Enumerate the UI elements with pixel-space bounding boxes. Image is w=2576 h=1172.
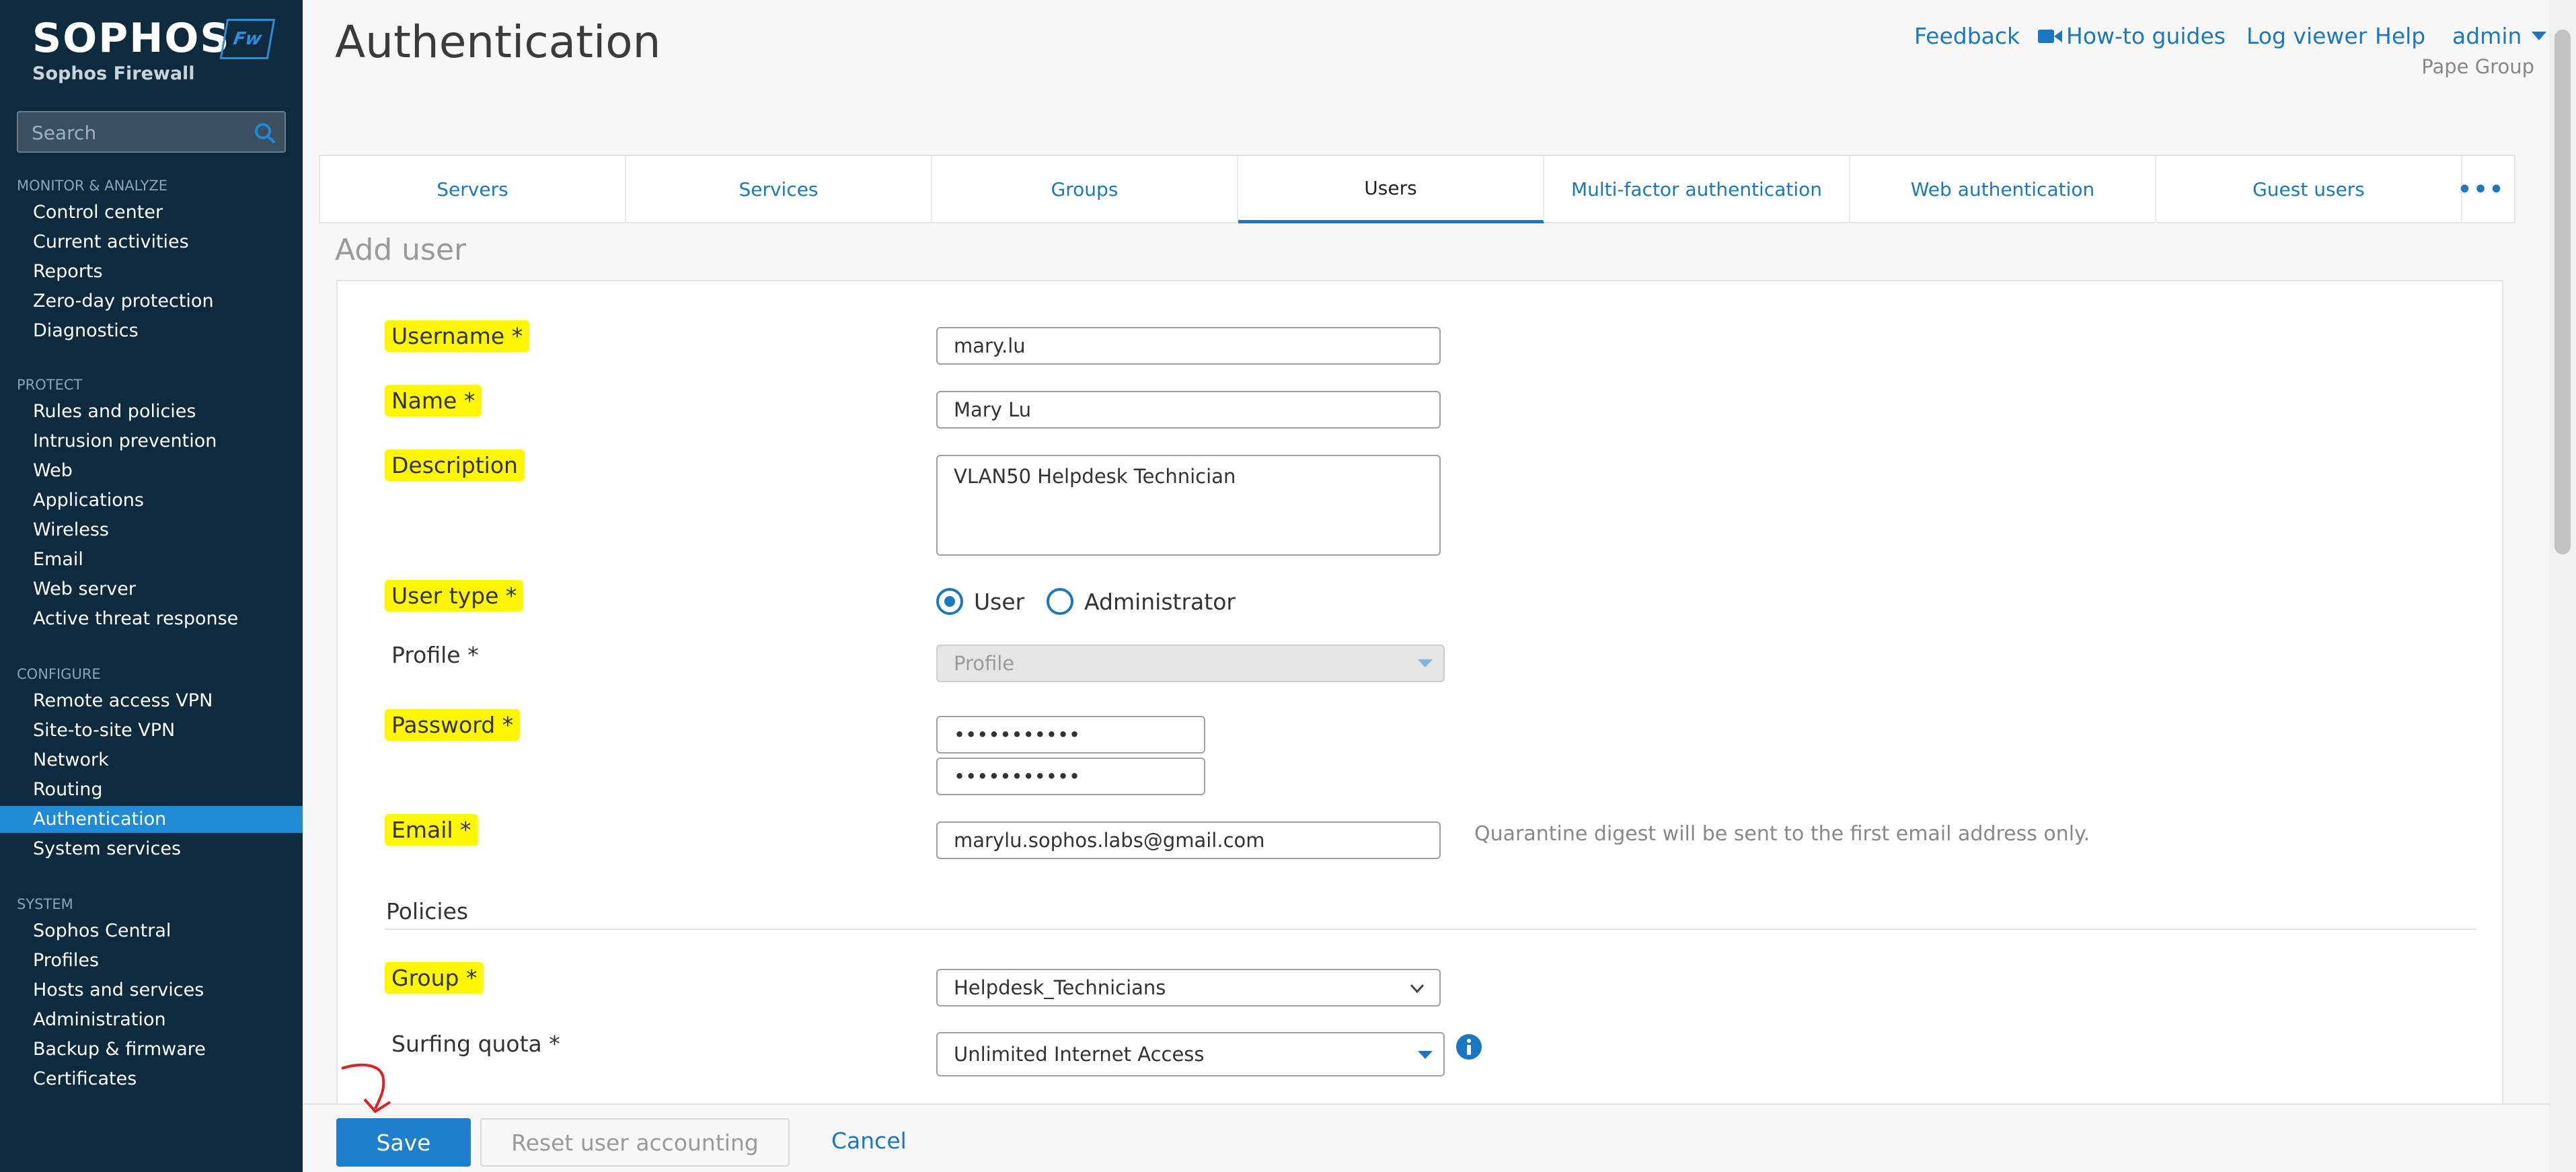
- tab-multi-factor-authentication[interactable]: Multi-factor authentication: [1544, 156, 1850, 223]
- password-field[interactable]: [936, 716, 1205, 754]
- nav-item-administration[interactable]: Administration: [0, 1006, 303, 1033]
- red-arrow-annotation-icon: [341, 1063, 391, 1113]
- organization-name: Pape Group: [2421, 55, 2534, 78]
- nav-item-current-activities[interactable]: Current activities: [0, 229, 303, 256]
- sophos-logo: SOPHOS: [32, 15, 231, 62]
- group-select-value: Helpdesk_Technicians: [954, 976, 1166, 999]
- nav-item-routing[interactable]: Routing: [0, 776, 303, 803]
- policies-heading: Policies: [386, 898, 469, 924]
- username-field[interactable]: [936, 327, 1441, 365]
- sidebar-search: [17, 111, 286, 153]
- nav-item-rules-and-policies[interactable]: Rules and policies: [0, 398, 303, 425]
- nav-item-email[interactable]: Email: [0, 546, 303, 573]
- feedback-link[interactable]: Feedback: [1914, 23, 2020, 49]
- page-title: Authentication: [335, 16, 661, 68]
- cancel-button[interactable]: Cancel: [831, 1128, 907, 1154]
- nav-item-diagnostics[interactable]: Diagnostics: [0, 318, 303, 344]
- nav-item-intrusion-prevention[interactable]: Intrusion prevention: [0, 428, 303, 455]
- profile-select-value: Profile: [954, 652, 1015, 675]
- nav-section-system: SYSTEM: [17, 896, 73, 912]
- caret-down-icon: [1418, 1051, 1433, 1059]
- how-to-guides-label: How-to guides: [2066, 23, 2226, 49]
- nav-item-web[interactable]: Web: [0, 457, 303, 484]
- product-name: Sophos Firewall: [32, 63, 195, 84]
- group-label: Group *: [385, 962, 484, 994]
- description-label: Description: [385, 449, 525, 481]
- nav-section-monitor: MONITOR & ANALYZE: [17, 178, 168, 194]
- name-label: Name *: [385, 385, 482, 416]
- search-icon[interactable]: [254, 122, 276, 145]
- caret-down-icon: [1418, 659, 1433, 667]
- nav-item-hosts-and-services[interactable]: Hosts and services: [0, 977, 303, 1004]
- nav-item-web-server[interactable]: Web server: [0, 576, 303, 603]
- nav-item-reports[interactable]: Reports: [0, 258, 303, 285]
- sidebar: SOPHOS Fw Sophos Firewall MONITOR & ANAL…: [0, 0, 303, 1172]
- surfing-quota-label: Surfing quota *: [391, 1031, 560, 1057]
- tab-services[interactable]: Services: [626, 156, 932, 223]
- reset-user-accounting-button[interactable]: Reset user accounting: [480, 1118, 790, 1167]
- nav-item-control-center[interactable]: Control center: [0, 199, 303, 226]
- help-link[interactable]: Help: [2375, 23, 2425, 49]
- nav-item-profiles[interactable]: Profiles: [0, 947, 303, 974]
- tab-bar: Servers Services Groups Users Multi-fact…: [319, 155, 2515, 223]
- nav-item-sophos-central[interactable]: Sophos Central: [0, 918, 303, 945]
- caret-down-icon: [2531, 32, 2546, 40]
- description-field[interactable]: VLAN50 Helpdesk Technician: [936, 455, 1441, 556]
- nav-item-authentication[interactable]: Authentication: [0, 806, 303, 833]
- video-camera-icon: [2038, 30, 2062, 43]
- tab-users[interactable]: Users: [1238, 156, 1544, 223]
- user-type-administrator-radio[interactable]: [1047, 588, 1073, 615]
- email-hint: Quarantine digest will be sent to the fi…: [1474, 822, 2090, 846]
- group-select[interactable]: Helpdesk_Technicians: [936, 969, 1441, 1006]
- search-input[interactable]: [32, 119, 247, 146]
- tab-servers[interactable]: Servers: [320, 156, 626, 223]
- user-type-administrator-label: Administrator: [1084, 589, 1236, 615]
- username-label: Username *: [385, 320, 530, 352]
- nav-item-system-services[interactable]: System services: [0, 836, 303, 863]
- profile-label: Profile *: [391, 642, 479, 668]
- how-to-guides-link[interactable]: How-to guides: [2038, 23, 2226, 49]
- nav-item-backup-firmware[interactable]: Backup & firmware: [0, 1036, 303, 1063]
- nav-item-applications[interactable]: Applications: [0, 487, 303, 514]
- info-icon[interactable]: [1455, 1033, 1482, 1060]
- user-type-user-label: User: [974, 589, 1025, 615]
- name-field[interactable]: [936, 391, 1441, 429]
- nav-item-remote-access-vpn[interactable]: Remote access VPN: [0, 688, 303, 715]
- surfing-quota-select-value: Unlimited Internet Access: [954, 1043, 1205, 1066]
- nav-item-wireless[interactable]: Wireless: [0, 517, 303, 544]
- firewall-badge-icon: Fw: [219, 19, 276, 59]
- nav-item-network[interactable]: Network: [0, 747, 303, 774]
- email-label: Email *: [385, 814, 478, 846]
- log-viewer-link[interactable]: Log viewer: [2246, 23, 2367, 49]
- admin-label: admin: [2452, 23, 2522, 49]
- tab-web-authentication[interactable]: Web authentication: [1850, 156, 2156, 223]
- nav-item-zero-day-protection[interactable]: Zero-day protection: [0, 288, 303, 315]
- chevron-down-icon: [1410, 984, 1425, 994]
- profile-select: Profile: [936, 645, 1445, 682]
- nav-item-active-threat-response[interactable]: Active threat response: [0, 606, 303, 632]
- email-field[interactable]: [936, 821, 1441, 859]
- nav-section-configure: CONFIGURE: [17, 666, 101, 682]
- form-subtitle: Add user: [335, 233, 467, 267]
- scrollbar-thumb[interactable]: [2554, 30, 2571, 554]
- more-tabs-icon[interactable]: •••: [2447, 156, 2514, 223]
- nav-item-certificates[interactable]: Certificates: [0, 1066, 303, 1093]
- admin-menu[interactable]: admin: [2452, 23, 2546, 49]
- user-type-user-radio[interactable]: [936, 588, 963, 615]
- confirm-password-field[interactable]: [936, 758, 1205, 795]
- page-scrollbar[interactable]: [2549, 0, 2576, 1172]
- tab-groups[interactable]: Groups: [932, 156, 1238, 223]
- tab-guest-users[interactable]: Guest users: [2156, 156, 2462, 223]
- nav-section-protect: PROTECT: [17, 377, 83, 393]
- user-type-label: User type *: [385, 580, 524, 612]
- nav-item-site-to-site-vpn[interactable]: Site-to-site VPN: [0, 717, 303, 744]
- save-button[interactable]: Save: [336, 1118, 471, 1167]
- password-label: Password *: [385, 709, 521, 741]
- policies-divider: [385, 928, 2476, 930]
- surfing-quota-select[interactable]: Unlimited Internet Access: [936, 1032, 1445, 1076]
